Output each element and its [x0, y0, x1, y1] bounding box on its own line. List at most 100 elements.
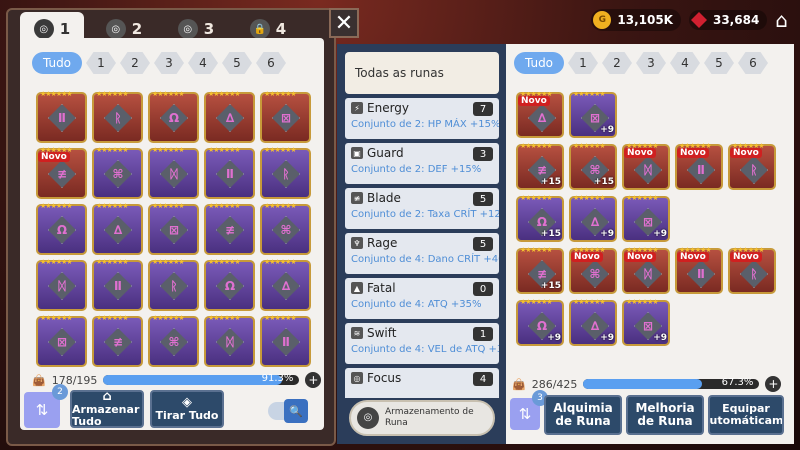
- rune-stars: ★★★★★★: [520, 142, 553, 150]
- filter-slot-4[interactable]: 4: [188, 52, 218, 74]
- rune-item[interactable]: ★★★★★★ ⊠: [260, 90, 311, 143]
- storage-label: Armazenamento de Runa: [385, 407, 474, 428]
- rune-storage-button[interactable]: ◎ Armazenamento de Runa: [349, 400, 495, 436]
- rune-item[interactable]: ★★★★★★ ⌘: [148, 314, 199, 367]
- rune-item[interactable]: ★★★★★★ ∆ +9: [569, 194, 617, 242]
- rune-upgrade-button[interactable]: Melhoria de Runa: [626, 395, 704, 435]
- filter-slot-3[interactable]: 3: [636, 52, 666, 74]
- rune-glyph-icon: ᚱ: [104, 104, 132, 132]
- right-filter-row: Tudo 1 2 3 4 5 6: [514, 52, 768, 74]
- bag-icon: 👜: [32, 373, 46, 387]
- filter-slot-6[interactable]: 6: [738, 52, 768, 74]
- rune-set-item[interactable]: ♆ Rage 5 Conjunto de 4: Dano CRÍT +40: [345, 233, 499, 274]
- rune-item[interactable]: ★★★★★★ ᛞ Novo: [622, 142, 670, 190]
- upgrade-level: +9: [547, 333, 561, 343]
- expand-capacity-button[interactable]: +: [305, 372, 322, 388]
- rune-item[interactable]: ★★★★★★ Ω: [204, 258, 255, 311]
- rune-stars: ★★★★★★: [208, 258, 241, 266]
- rune-item[interactable]: ★★★★★★ ⊠: [148, 202, 199, 255]
- filter-slot-5[interactable]: 5: [704, 52, 734, 74]
- rune-item[interactable]: ★★★★★★ ∆: [92, 202, 143, 255]
- close-button[interactable]: ✕: [329, 8, 359, 38]
- rune-item[interactable]: ★★★★★★ ∆: [260, 258, 311, 311]
- rune-item[interactable]: ★★★★★★ ᚱ: [148, 258, 199, 311]
- rune-item[interactable]: ★★★★★★ ⌘: [92, 146, 143, 199]
- rune-item[interactable]: ★★★★★★ ᚱ Novo: [728, 142, 776, 190]
- filter-all[interactable]: Tudo: [514, 52, 564, 74]
- new-badge: Novo: [677, 252, 709, 262]
- rune-item[interactable]: ★★★★★★ ⌘: [260, 202, 311, 255]
- set-description: Conjunto de 4: Dano CRÍT +40: [351, 254, 499, 265]
- right-sort-button[interactable]: ⇅ 3: [510, 390, 548, 430]
- expand-capacity-button[interactable]: +: [765, 376, 782, 392]
- filter-slot-1[interactable]: 1: [568, 52, 598, 74]
- rune-item[interactable]: ★★★★★★ ᛞ: [204, 314, 255, 367]
- rune-item[interactable]: ★★★★★★ ᛞ Novo: [622, 246, 670, 294]
- rune-stars: ★★★★★★: [626, 298, 659, 306]
- rune-item[interactable]: ★★★★★★ Ω: [36, 202, 87, 255]
- rune-set-item[interactable]: ◎ Focus 4: [345, 368, 499, 398]
- rune-item[interactable]: ★★★★★★ ⊠ +9: [622, 298, 670, 346]
- home-icon[interactable]: ⌂: [775, 8, 788, 32]
- rune-item[interactable]: ★★★★★★ Ⅱ Novo: [675, 246, 723, 294]
- filter-slot-2[interactable]: 2: [602, 52, 632, 74]
- remove-all-button[interactable]: ◈ Tirar Tudo: [150, 390, 224, 428]
- rune-item[interactable]: ★★★★★★ Ⅱ: [204, 146, 255, 199]
- set-count: 1: [473, 327, 493, 341]
- rune-stars: ★★★★★★: [152, 258, 185, 266]
- store-all-button[interactable]: ⌂ Armazenar Tudo: [70, 389, 144, 428]
- rune-item[interactable]: ★★★★★★ ≢: [204, 202, 255, 255]
- rune-item[interactable]: ★★★★★★ Ⅱ: [36, 90, 87, 143]
- rune-item[interactable]: ★★★★★★ ≢: [92, 314, 143, 367]
- rune-item[interactable]: ★★★★★★ ᛞ: [36, 258, 87, 311]
- rune-item[interactable]: ★★★★★★ ᛞ: [148, 146, 199, 199]
- auto-equip-button[interactable]: Equipar Automáticame: [708, 395, 784, 435]
- rune-item[interactable]: ★★★★★★ Ⅱ: [260, 314, 311, 367]
- rune-item[interactable]: ★★★★★★ Ω: [148, 90, 199, 143]
- rune-item[interactable]: ★★★★★★ ∆ +9: [569, 298, 617, 346]
- all-runes-header[interactable]: Todas as runas: [345, 52, 499, 94]
- rune-item[interactable]: ★★★★★★ Ω +15: [516, 194, 564, 242]
- rune-item[interactable]: ★★★★★★ ≢ +15: [516, 246, 564, 294]
- rune-set-item[interactable]: ▲ Fatal 0 Conjunto de 4: ATQ +35%: [345, 278, 499, 319]
- rune-stars: ★★★★★★: [573, 92, 606, 98]
- rune-item[interactable]: ★★★★★★ ⊠ +9: [622, 194, 670, 242]
- rune-item[interactable]: ★★★★★★ ∆ Novo: [516, 92, 564, 138]
- rune-glyph-icon: ⊠: [160, 216, 188, 244]
- left-sort-button[interactable]: ⇅ 2: [24, 384, 68, 428]
- rune-set-item[interactable]: ≋ Swift 1 Conjunto de 4: VEL de ATQ +3: [345, 323, 499, 364]
- rune-glyph-icon: ᛞ: [216, 328, 244, 356]
- rune-item[interactable]: ★★★★★★ ⌘ Novo: [569, 246, 617, 294]
- rune-item[interactable]: ★★★★★★ ≢ Novo: [36, 146, 87, 199]
- filter-slot-4[interactable]: 4: [670, 52, 700, 74]
- rune-item[interactable]: ★★★★★★ ⊠: [36, 314, 87, 367]
- filter-all[interactable]: Tudo: [32, 52, 82, 74]
- rune-item[interactable]: ★★★★★★ ∆: [204, 90, 255, 143]
- rune-stars: ★★★★★★: [152, 146, 185, 154]
- new-badge: Novo: [571, 252, 603, 262]
- remove-all-label: Tirar Tudo: [155, 409, 219, 423]
- upgrade-level: +9: [600, 229, 614, 239]
- rune-set-item[interactable]: ⚡ Energy 7 Conjunto de 2: HP MÁX +15%: [345, 98, 499, 139]
- rune-item[interactable]: ★★★★★★ Ⅱ: [92, 258, 143, 311]
- rune-item[interactable]: ★★★★★★ Ω +9: [516, 298, 564, 346]
- rune-item[interactable]: ★★★★★★ ⊠ +9: [569, 92, 617, 138]
- rune-item[interactable]: ★★★★★★ ᚱ: [92, 90, 143, 143]
- filter-slot-3[interactable]: 3: [154, 52, 184, 74]
- view-toggle[interactable]: 🔍: [268, 399, 308, 423]
- filter-slot-5[interactable]: 5: [222, 52, 252, 74]
- set-icon: ◎: [351, 372, 363, 384]
- filter-slot-1[interactable]: 1: [86, 52, 116, 74]
- rune-alchemy-button[interactable]: Alquimia de Runa: [544, 395, 622, 435]
- filter-slot-6[interactable]: 6: [256, 52, 286, 74]
- rune-set-item[interactable]: ≢ Blade 5 Conjunto de 2: Taxa CRÍT +12: [345, 188, 499, 229]
- rune-item[interactable]: ★★★★★★ ≢ +15: [516, 142, 564, 190]
- rune-item[interactable]: ★★★★★★ ᚱ: [260, 146, 311, 199]
- rune-set-item[interactable]: ▣ Guard 3 Conjunto de 2: DEF +15%: [345, 143, 499, 184]
- rune-item[interactable]: ★★★★★★ ᚱ Novo: [728, 246, 776, 294]
- filter-slot-2[interactable]: 2: [120, 52, 150, 74]
- set-name-row: ▣ Guard: [351, 146, 493, 160]
- set-name-row: ▲ Fatal: [351, 281, 493, 295]
- rune-item[interactable]: ★★★★★★ ⌘ +15: [569, 142, 617, 190]
- rune-item[interactable]: ★★★★★★ Ⅱ Novo: [675, 142, 723, 190]
